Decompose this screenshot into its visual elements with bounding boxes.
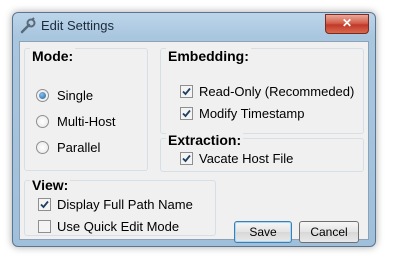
close-icon: ✕	[341, 16, 353, 30]
view-option-label: Display Full Path Name	[57, 197, 193, 212]
extraction-group-title: Extraction:	[166, 132, 244, 148]
window-title: Edit Settings	[41, 18, 114, 33]
mode-option-label: Single	[57, 88, 94, 103]
mode-option-multi-host[interactable]: Multi-Host	[36, 114, 116, 129]
checkbox-read-only[interactable]	[180, 85, 193, 98]
radio-single[interactable]	[36, 89, 49, 102]
embedding-option-modify-timestamp[interactable]: Modify Timestamp	[180, 106, 304, 121]
embedding-option-label: Modify Timestamp	[199, 106, 305, 121]
checkbox-full-path[interactable]	[38, 198, 51, 211]
checkbox-quick-edit[interactable]	[38, 220, 51, 233]
radio-parallel[interactable]	[36, 141, 49, 154]
mode-option-single[interactable]: Single	[36, 88, 93, 103]
wrench-icon	[19, 17, 37, 35]
title-bar[interactable]: Edit Settings ✕	[13, 13, 375, 40]
mode-option-label: Parallel	[57, 140, 101, 155]
checkbox-vacate-host-file[interactable]	[180, 152, 193, 165]
extraction-option-vacate-host-file[interactable]: Vacate Host File	[180, 151, 293, 166]
view-group-title: View:	[30, 177, 71, 193]
cancel-button[interactable]: Cancel	[299, 221, 359, 243]
view-option-quick-edit[interactable]: Use Quick Edit Mode	[38, 219, 179, 234]
close-button[interactable]: ✕	[325, 14, 369, 34]
embedding-option-label: Read-Only (Recommeded)	[199, 84, 355, 99]
settings-window: Edit Settings ✕ Mode: Single Multi-Host …	[12, 12, 376, 247]
mode-group-title: Mode:	[30, 48, 76, 64]
settings-panel: Mode: Single Multi-Host Parallel Embeddi…	[19, 41, 369, 243]
mode-option-label: Multi-Host	[57, 114, 116, 129]
extraction-option-label: Vacate Host File	[199, 151, 294, 166]
save-button[interactable]: Save	[234, 221, 292, 243]
view-option-label: Use Quick Edit Mode	[57, 219, 180, 234]
checkbox-modify-timestamp[interactable]	[180, 107, 193, 120]
view-option-full-path[interactable]: Display Full Path Name	[38, 197, 193, 212]
embedding-group-title: Embedding:	[166, 48, 251, 64]
mode-option-parallel[interactable]: Parallel	[36, 140, 100, 155]
radio-multi-host[interactable]	[36, 115, 49, 128]
embedding-option-read-only[interactable]: Read-Only (Recommeded)	[180, 84, 354, 99]
